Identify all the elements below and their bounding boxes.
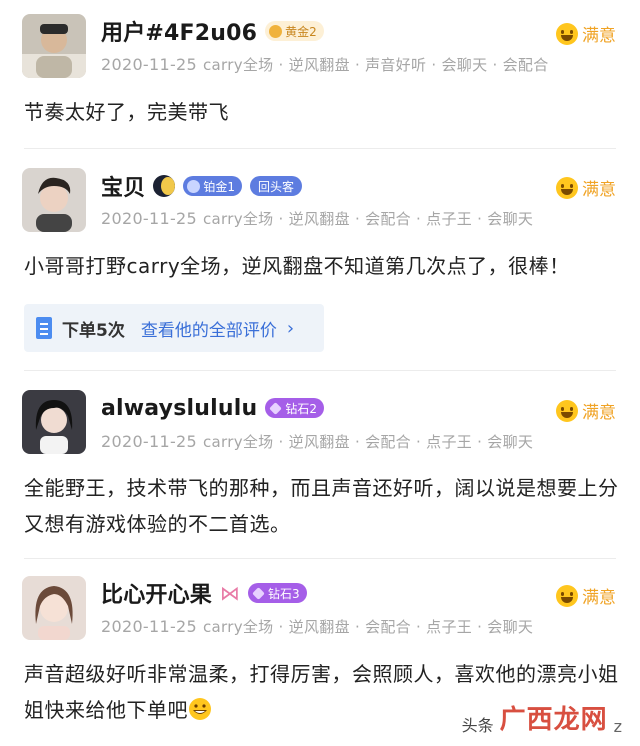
avatar[interactable] (22, 576, 86, 640)
avatar[interactable] (22, 390, 86, 454)
grin-emoji-icon (189, 698, 211, 720)
rating-indicator: 满意 (556, 175, 616, 200)
rating-label: 满意 (582, 588, 616, 608)
username[interactable]: 宝贝 (101, 170, 145, 202)
review-comment: 小哥哥打野carry全场，逆风翻盘不知道第几次点了，很棒！ (24, 254, 570, 278)
review-tags: carry全场 · 逆风翻盘 · 会配合 · 点子王 · 会聊天 (202, 618, 534, 636)
divider (24, 370, 616, 371)
username[interactable]: 用户#4F2u06 (101, 15, 257, 47)
returning-customer-badge: 回头客 (250, 176, 303, 196)
rating-indicator: 满意 (556, 398, 616, 423)
smile-icon (556, 176, 578, 199)
smile-icon (556, 22, 578, 45)
order-count: 下单5次 (62, 320, 125, 341)
bow-icon: ⋈ (220, 581, 241, 605)
rating-label: 满意 (582, 26, 616, 46)
level-badge: 钻石2 (265, 398, 324, 418)
level-badge: 黄金2 (265, 21, 324, 41)
order-history-link[interactable]: 下单5次 查看他的全部评价 › (24, 304, 324, 352)
level-badge: 钻石3 (248, 583, 307, 603)
moon-icon (153, 175, 176, 197)
review-meta: 2020-11-25 carry全场 · 逆风翻盘 · 会配合 · 点子王 · 会… (101, 431, 533, 452)
rating-label: 满意 (582, 403, 616, 423)
watermark-prefix: 头条 (461, 716, 494, 735)
review-date: 2020-11-25 (101, 432, 197, 451)
watermark-brand: 广西龙网 (499, 705, 608, 735)
review-date: 2020-11-25 (101, 55, 197, 74)
divider (24, 558, 616, 559)
watermark-suffix: z (613, 717, 622, 736)
review-date: 2020-11-25 (101, 209, 197, 228)
rating-indicator: 满意 (556, 583, 616, 608)
review-tags: carry全场 · 逆风翻盘 · 会配合 · 点子王 · 会聊天 (202, 433, 534, 451)
username[interactable]: 比心开心果 (101, 577, 212, 609)
diamond-icon (269, 401, 283, 415)
review-meta: 2020-11-25 carry全场 · 逆风翻盘 · 会配合 · 点子王 · 会… (101, 208, 533, 229)
review-tags: carry全场 · 逆风翻盘 · 会配合 · 点子王 · 会聊天 (202, 210, 534, 228)
review-comment: 节奏太好了，完美带飞 (24, 100, 229, 124)
smile-icon (556, 584, 578, 607)
level-badge: 铂金1 (183, 176, 243, 196)
chevron-right-icon: › (286, 317, 295, 339)
smile-icon (556, 399, 578, 422)
rating-label: 满意 (582, 180, 616, 200)
review-comment: 全能野王，技术带飞的那种，而且声音还好听，阔以说是想要上分又想有游戏体验的不二首… (24, 476, 619, 536)
document-icon (36, 317, 52, 339)
divider (24, 148, 616, 149)
diamond-icon (252, 586, 265, 600)
username[interactable]: alwayslululu (101, 396, 257, 421)
review-date: 2020-11-25 (101, 617, 197, 636)
watermark: 头条 广西龙网 z (462, 699, 622, 736)
review-tags: carry全场 · 逆风翻盘 · 声音好听 · 会聊天 · 会配合 (202, 56, 549, 74)
avatar[interactable] (22, 168, 86, 232)
review-meta: 2020-11-25 carry全场 · 逆风翻盘 · 声音好听 · 会聊天 · … (101, 54, 549, 75)
rating-indicator: 满意 (556, 21, 616, 46)
view-all-reviews-link[interactable]: 查看他的全部评价 (141, 316, 277, 341)
crown-icon (269, 24, 283, 38)
gem-icon (187, 179, 201, 193)
review-meta: 2020-11-25 carry全场 · 逆风翻盘 · 会配合 · 点子王 · 会… (101, 616, 533, 637)
avatar[interactable] (22, 14, 86, 78)
